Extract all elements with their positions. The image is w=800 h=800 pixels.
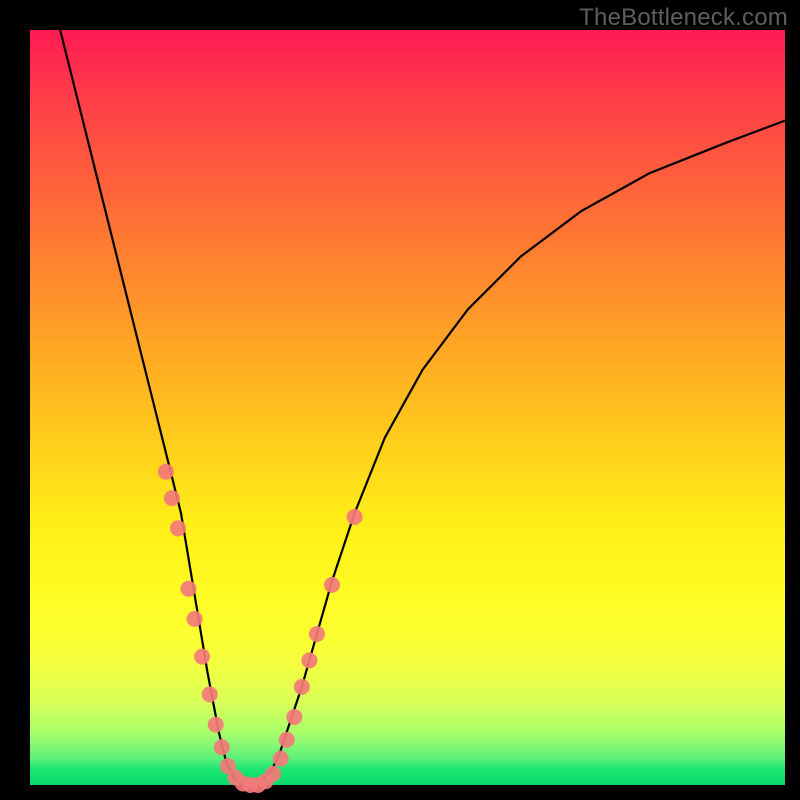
marker-dot [187,611,203,627]
chart-frame: TheBottleneck.com [0,0,800,800]
bottleneck-curve [60,30,785,785]
marker-dot [265,766,281,782]
marker-dot [324,577,340,593]
marker-dot [273,751,289,767]
chart-svg [30,30,785,785]
curve-layer [60,30,785,785]
marker-dot [347,509,363,525]
marker-dot [309,626,325,642]
marker-dot [286,709,302,725]
marker-dot [158,464,174,480]
marker-dot [301,652,317,668]
marker-dot [164,490,180,506]
marker-dot [202,686,218,702]
plot-area [30,30,785,785]
watermark-text: TheBottleneck.com [579,4,788,32]
marker-dot [194,649,210,665]
marker-dot [279,732,295,748]
marker-dot [170,520,186,536]
marker-dot [214,739,230,755]
marker-dot [294,679,310,695]
marker-layer [158,464,363,793]
marker-dot [208,717,224,733]
marker-dot [181,581,197,597]
